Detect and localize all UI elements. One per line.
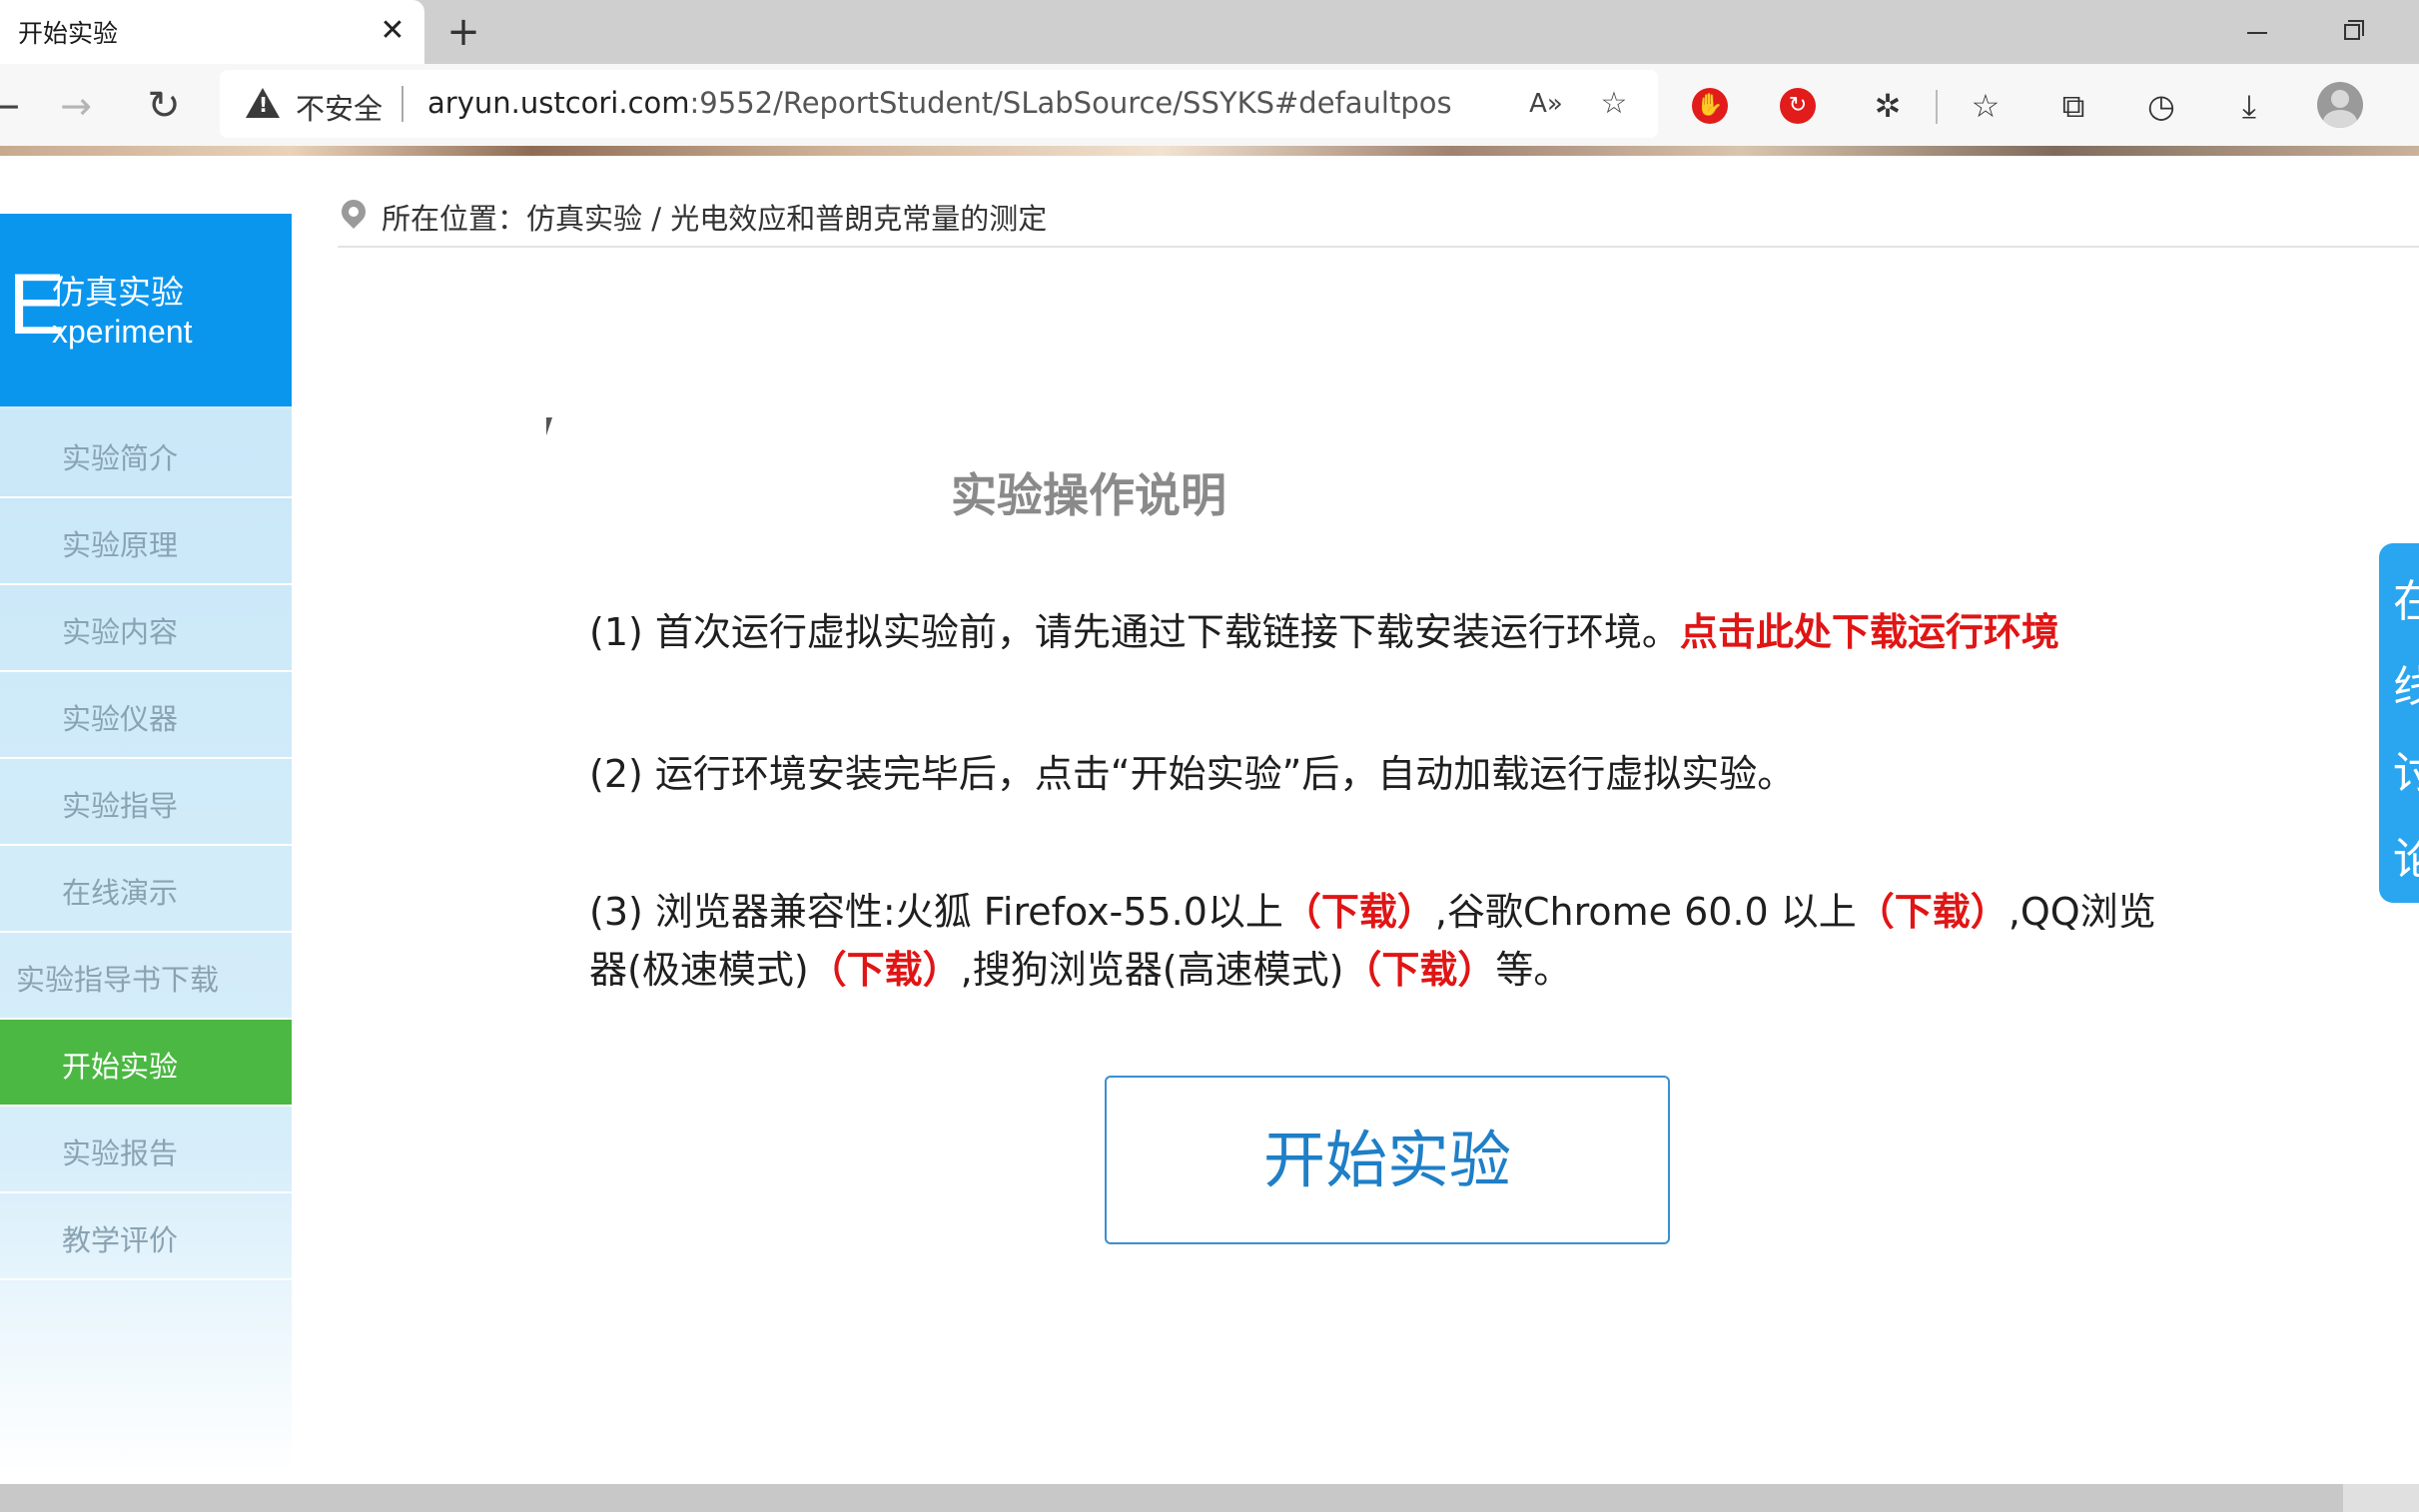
sidebar-item-label: 实验指导书下载 xyxy=(16,963,220,997)
browser-titlebar: 开始实验 ✕ + xyxy=(0,0,2419,64)
sidebar-item-label: 实验内容 xyxy=(62,615,179,649)
sidebar-item-guide-download[interactable]: 实验指导书下载 xyxy=(0,933,292,1020)
sidebar-item-guide[interactable]: 实验指导 xyxy=(0,759,292,846)
address-bar[interactable]: 不安全 aryun.ustcori.com:9552/ReportStudent… xyxy=(220,70,1658,138)
step-1-text: (1) 首次运行虚拟实验前，请先通过下载链接下载安装运行环境。 xyxy=(589,610,1680,654)
refresh-icon[interactable]: ↻ xyxy=(140,82,188,130)
chrome-download-link[interactable]: （下载） xyxy=(1857,890,2009,934)
new-tab-button[interactable]: + xyxy=(439,8,487,56)
read-aloud-icon[interactable]: A» xyxy=(1524,82,1568,126)
sidebar-item-label: 教学评价 xyxy=(62,1223,179,1257)
toolbar-separator xyxy=(1936,90,1938,124)
sogou-download-link[interactable]: （下载） xyxy=(1343,948,1495,992)
step-3-firefox: (3) 浏览器兼容性:火狐 Firefox-55.0以上 xyxy=(589,890,1283,934)
instruction-step-1: (1) 首次运行虚拟实验前，请先通过下载链接下载安装运行环境。点击此处下载运行环… xyxy=(589,603,2187,661)
sidebar-item-report[interactable]: 实验报告 xyxy=(0,1107,292,1193)
online-discussion-tab[interactable]: 在线讨论 xyxy=(2379,543,2419,903)
sidebar-header-title: 仿真实验 xyxy=(52,273,184,312)
sidebar-item-content[interactable]: 实验内容 xyxy=(0,585,292,672)
address-separator xyxy=(402,86,403,122)
mouse-cursor-icon xyxy=(546,417,560,435)
back-arrow-icon[interactable]: ← xyxy=(0,82,28,130)
warning-icon[interactable] xyxy=(246,88,280,118)
url-host: aryun.ustcori.com xyxy=(427,86,690,120)
close-tab-icon[interactable]: ✕ xyxy=(372,10,413,52)
url-path: :9552/ReportStudent/SLabSource/SSYKS#def… xyxy=(689,86,1452,120)
step-3-chrome: ,谷歌Chrome 60.0 以上 xyxy=(1434,890,1857,934)
sidebar-item-label: 开始实验 xyxy=(62,1050,179,1084)
sidebar-item-instruments[interactable]: 实验仪器 xyxy=(0,672,292,759)
horizontal-scrollbar[interactable] xyxy=(0,1484,2419,1512)
start-experiment-button[interactable]: 开始实验 xyxy=(1105,1076,1670,1244)
sidebar-header-subtitle: xperiment xyxy=(52,314,193,350)
history-icon[interactable]: ◷ xyxy=(2137,82,2185,130)
download-runtime-link[interactable]: 点击此处下载运行环境 xyxy=(1680,610,2059,654)
instruction-step-3: (3) 浏览器兼容性:火狐 Firefox-55.0以上（下载）,谷歌Chrom… xyxy=(589,883,2177,999)
step-3-sogou: ,搜狗浏览器(高速模式) xyxy=(960,948,1344,992)
sidebar-item-label: 实验指导 xyxy=(62,789,179,823)
firefox-download-link[interactable]: （下载） xyxy=(1283,890,1435,934)
adblock-extension-icon[interactable]: ✋ xyxy=(1692,88,1728,124)
instruction-step-2: (2) 运行环境安装完毕后，点击“开始实验”后，自动加载运行虚拟实验。 xyxy=(589,745,2187,803)
step-3-end: 等。 xyxy=(1495,948,1572,992)
sidebar-item-label: 实验原理 xyxy=(62,528,179,562)
breadcrumb: 所在位置：仿真实验 / 光电效应和普朗克常量的测定 xyxy=(337,195,2419,248)
online-discussion-label: 在线讨论 xyxy=(2393,576,2419,885)
qq-download-link[interactable]: （下载） xyxy=(809,948,961,992)
minimize-window-button[interactable] xyxy=(2237,14,2277,50)
sidebar-item-label: 实验仪器 xyxy=(62,702,179,736)
download-icon[interactable]: ⤓ xyxy=(2225,82,2273,130)
profile-avatar[interactable] xyxy=(2317,82,2363,128)
location-pin-icon xyxy=(337,195,371,229)
sidebar-header: E 仿真实验 xperiment xyxy=(0,214,292,409)
page-title: 实验操作说明 xyxy=(0,459,2419,525)
url-text[interactable]: aryun.ustcori.com:9552/ReportStudent/SLa… xyxy=(427,86,1452,120)
extensions-puzzle-icon[interactable]: ✲ xyxy=(1864,82,1912,130)
favorites-icon[interactable]: ☆ xyxy=(1962,82,2010,130)
security-label[interactable]: 不安全 xyxy=(296,86,383,128)
tab-title: 开始实验 xyxy=(18,19,119,48)
restore-window-button[interactable] xyxy=(2332,12,2372,52)
collections-icon[interactable]: ⧉ xyxy=(2049,82,2097,130)
step-2-text: (2) 运行环境安装完毕后，点击“开始实验”后，自动加载运行虚拟实验。 xyxy=(589,752,1796,796)
forward-arrow-icon[interactable]: → xyxy=(52,82,100,130)
sidebar-item-label: 实验报告 xyxy=(62,1136,179,1170)
sidebar-item-demo[interactable]: 在线演示 xyxy=(0,846,292,933)
sidebar-item-start[interactable]: 开始实验 xyxy=(0,1020,292,1107)
add-favorite-icon[interactable]: ☆ xyxy=(1592,82,1636,126)
breadcrumb-text: 所在位置：仿真实验 / 光电效应和普朗克常量的测定 xyxy=(382,202,1048,236)
sidebar: E 仿真实验 xperiment 实验简介 实验原理 实验内容 实验仪器 实验指… xyxy=(0,214,292,1474)
sidebar-menu: 实验简介 实验原理 实验内容 实验仪器 实验指导 在线演示 实验指导书下载 开始… xyxy=(0,411,292,1280)
page-banner-image xyxy=(0,146,2419,156)
sync-extension-icon[interactable]: ↻ xyxy=(1780,88,1816,124)
scrollbar-thumb[interactable] xyxy=(0,1484,2343,1512)
browser-toolbar: ← → ↻ 不安全 aryun.ustcori.com:9552/ReportS… xyxy=(0,64,2419,146)
browser-tab[interactable]: 开始实验 ✕ xyxy=(0,0,424,64)
sidebar-item-evaluation[interactable]: 教学评价 xyxy=(0,1193,292,1280)
sidebar-item-label: 在线演示 xyxy=(62,876,179,910)
page-title-text: 实验操作说明 xyxy=(951,468,1226,522)
